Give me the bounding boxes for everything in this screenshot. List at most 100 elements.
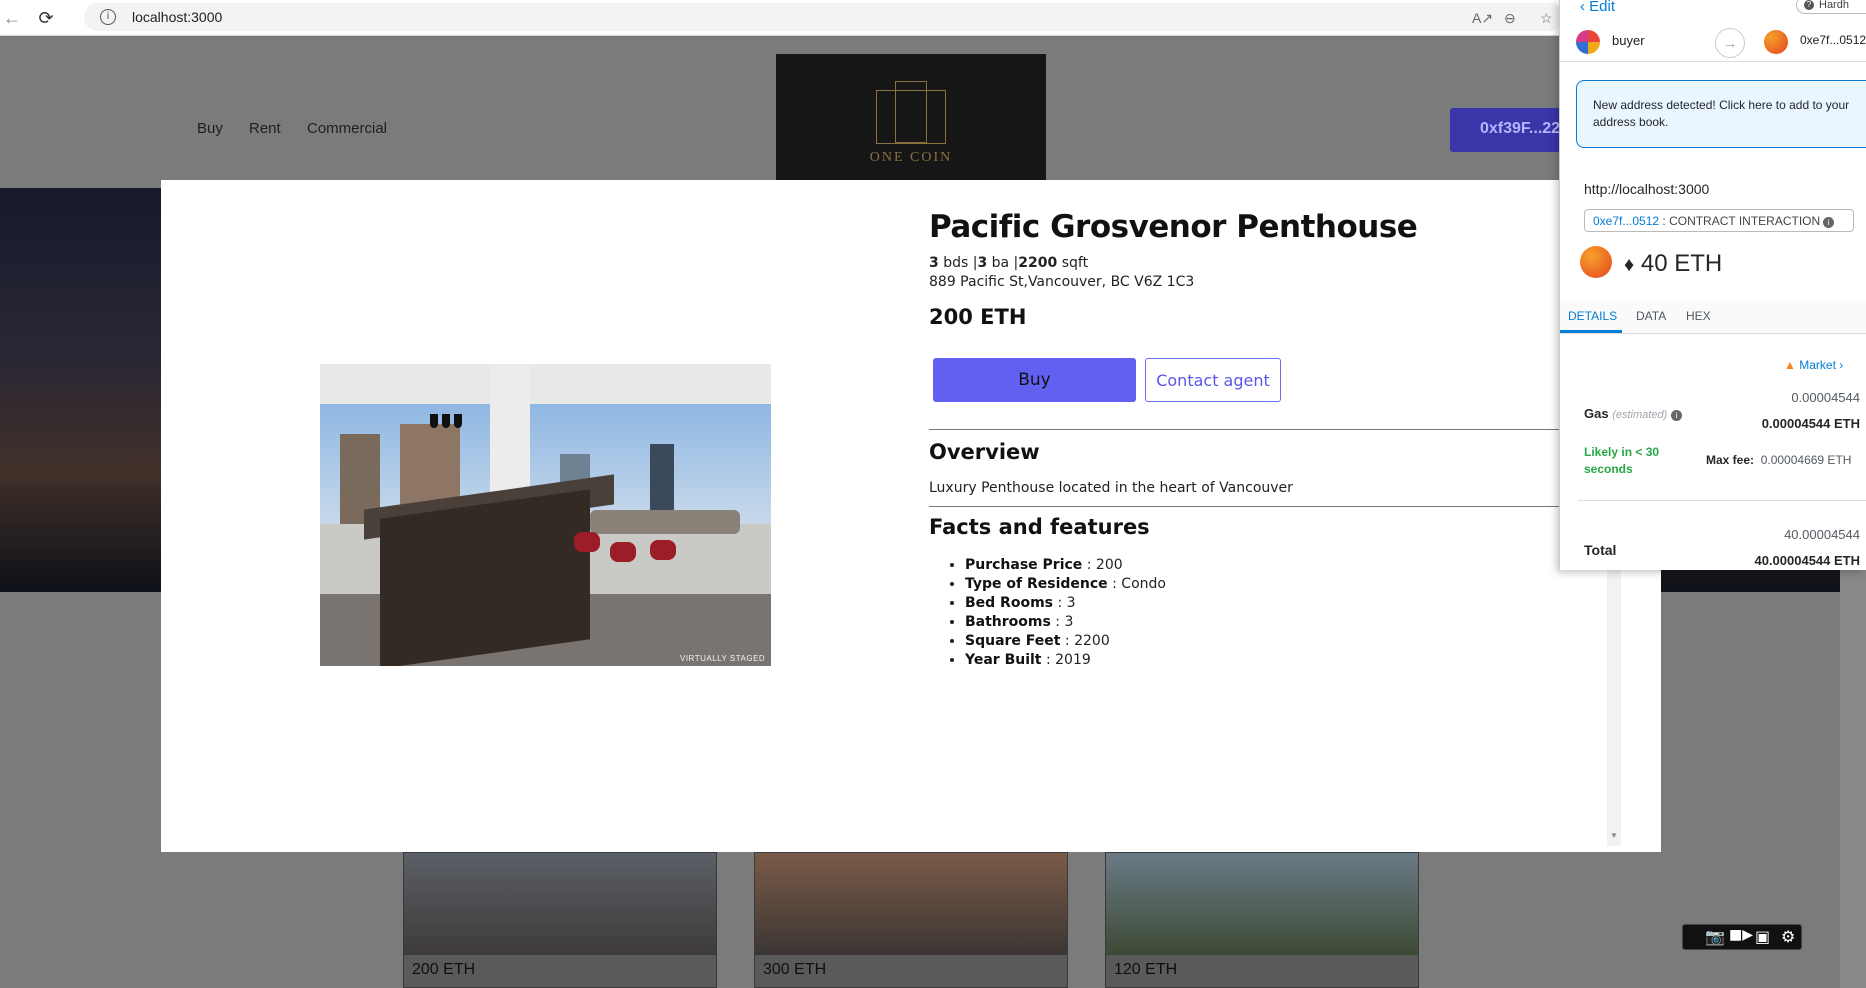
fact-value: : 3: [1053, 595, 1076, 611]
fact-label: Bathrooms: [965, 614, 1051, 630]
baths-value: 3: [977, 255, 988, 271]
contract-address[interactable]: 0xe7f...0512: [1593, 214, 1659, 228]
property-address: 889 Pacific St,Vancouver, BC V6Z 1C3: [929, 274, 1195, 290]
list-item: Year Built : 2019: [965, 651, 1166, 670]
info-icon[interactable]: i: [1823, 217, 1835, 228]
transaction-value-text: 40 ETH: [1640, 250, 1723, 277]
edit-label: Edit: [1589, 0, 1616, 15]
total-label: Total: [1584, 542, 1617, 558]
from-avatar: [1576, 30, 1600, 54]
market-label: Market: [1799, 358, 1836, 372]
contract-avatar: [1580, 246, 1612, 278]
screen-icon[interactable]: ▣: [1755, 927, 1770, 946]
listing-card[interactable]: 300 ETH: [754, 852, 1068, 988]
address-bar[interactable]: i localhost:3000 A↗ ⊖ ☆: [84, 3, 1564, 31]
read-aloud-icon[interactable]: A↗: [1472, 10, 1493, 27]
fact-label: Year Built: [965, 652, 1042, 668]
listing-card-price: 120 ETH: [1114, 961, 1178, 978]
origin-url: http://localhost:3000: [1584, 181, 1710, 197]
facts-heading: Facts and features: [929, 515, 1150, 539]
arrow-right-icon: →: [1715, 28, 1745, 58]
from-account[interactable]: buyer: [1612, 33, 1645, 48]
contact-agent-button[interactable]: Contact agent: [1145, 358, 1281, 402]
contract-tag: 0xe7f...0512 : CONTRACT INTERACTION i: [1584, 209, 1854, 232]
tab-hex[interactable]: HEX: [1686, 309, 1711, 323]
photo-ceiling: [320, 364, 771, 406]
chevron-left-icon: ‹: [1580, 0, 1590, 15]
property-title: Pacific Grosvenor Penthouse: [929, 209, 1418, 245]
photo-lamp: [430, 414, 438, 428]
overview-text: Luxury Penthouse located in the heart of…: [929, 480, 1293, 496]
modal-scrollbar[interactable]: ▼: [1607, 560, 1621, 846]
listing-card[interactable]: 200 ETH: [403, 852, 717, 988]
market-link[interactable]: ▲ Market ›: [1784, 358, 1843, 372]
video-icon[interactable]: ■▶: [1729, 927, 1753, 943]
property-specs: 3 bds |3 ba |2200 sqft: [929, 255, 1088, 271]
list-item: Type of Residence : Condo: [965, 575, 1166, 594]
settings-icon[interactable]: ⚙: [1781, 927, 1795, 946]
beds-unit: bds |: [938, 255, 978, 271]
nav-buy[interactable]: Buy: [197, 120, 223, 137]
photo-chair: [650, 540, 676, 560]
fact-value: : Condo: [1107, 576, 1166, 592]
to-avatar: [1764, 30, 1788, 54]
site-logo[interactable]: ONE COIN: [776, 54, 1046, 180]
network-icon: ?: [1804, 0, 1814, 10]
url-text[interactable]: localhost:3000: [132, 9, 222, 25]
network-selector[interactable]: ? Hardh: [1796, 0, 1866, 14]
divider: [929, 429, 1649, 430]
list-item: Bathrooms : 3: [965, 613, 1166, 632]
photo-stamp: VIRTUALLY STAGED: [680, 654, 766, 663]
wallet-button[interactable]: 0xf39F...22: [1450, 108, 1570, 152]
listing-card-image: [755, 853, 1067, 955]
nav-rent[interactable]: Rent: [249, 120, 281, 137]
gas-fiat: 0.00004544: [1791, 390, 1860, 405]
favorite-icon[interactable]: ☆: [1540, 10, 1553, 27]
back-arrow-icon[interactable]: ←: [2, 8, 22, 28]
contract-label: : CONTRACT INTERACTION: [1659, 214, 1821, 228]
total-fiat: 40.00004544: [1784, 527, 1860, 542]
network-label: Hardh: [1819, 0, 1849, 11]
to-account[interactable]: 0xe7f...0512: [1800, 33, 1866, 47]
reload-icon[interactable]: ⟳: [36, 8, 56, 28]
zoom-out-icon[interactable]: ⊖: [1504, 10, 1516, 27]
photo-island: [380, 489, 590, 666]
new-address-alert[interactable]: New address detected! Click here to add …: [1576, 80, 1866, 148]
tab-details[interactable]: DETAILS: [1568, 309, 1617, 323]
info-icon[interactable]: i: [100, 9, 116, 25]
listing-card[interactable]: 120 ETH: [1105, 852, 1419, 988]
photo-lamp: [454, 414, 462, 428]
photo-sofa: [590, 510, 740, 534]
list-item: Bed Rooms : 3: [965, 594, 1166, 613]
camera-icon[interactable]: 📷: [1705, 927, 1725, 946]
fact-label: Square Feet: [965, 633, 1061, 649]
active-tab-indicator: [1560, 330, 1622, 333]
beds-value: 3: [929, 255, 939, 271]
recorder-toolbar: 📷 ■▶ ▣ ⚙: [1682, 924, 1802, 950]
fact-value: : 2200: [1060, 633, 1110, 649]
divider: [929, 506, 1649, 507]
listing-card-price: 300 ETH: [763, 961, 827, 978]
sqft-unit: sqft: [1057, 255, 1089, 271]
gas-estimated: (estimated): [1612, 409, 1668, 421]
tab-data[interactable]: DATA: [1636, 309, 1666, 323]
gas-label: Gas: [1584, 406, 1609, 421]
divider: [1578, 500, 1866, 501]
sqft-value: 2200: [1018, 255, 1058, 271]
edit-button[interactable]: ‹ Edit: [1580, 0, 1615, 15]
photo-lamp: [442, 414, 450, 428]
facts-list: Purchase Price : 200 Type of Residence :…: [965, 556, 1166, 670]
fact-label: Purchase Price: [965, 557, 1083, 573]
list-item: Purchase Price : 200: [965, 556, 1166, 575]
buy-button[interactable]: Buy: [933, 358, 1136, 402]
max-fee-row: Max fee: 0.00004669 ETH: [1706, 453, 1851, 467]
photo-chair: [610, 542, 636, 562]
logo-mark: [876, 81, 946, 144]
account-row: buyer → 0xe7f...0512: [1560, 22, 1866, 62]
property-price: 200 ETH: [929, 305, 1027, 329]
property-photo: VIRTUALLY STAGED: [320, 364, 771, 666]
nav-commercial[interactable]: Commercial: [307, 120, 387, 137]
info-icon[interactable]: i: [1670, 410, 1682, 421]
scroll-down-icon[interactable]: ▼: [1610, 831, 1618, 840]
gas-eth: 0.00004544 ETH: [1761, 416, 1860, 431]
